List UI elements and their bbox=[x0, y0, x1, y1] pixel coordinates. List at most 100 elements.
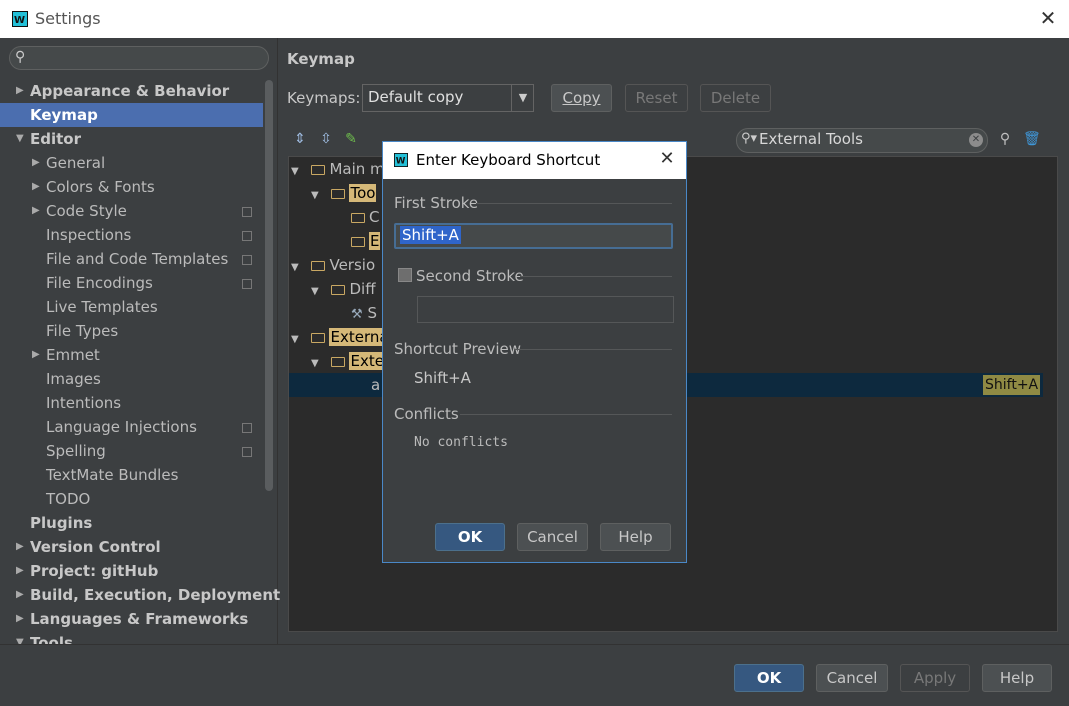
expand-all-icon[interactable]: ⇕ bbox=[292, 131, 308, 147]
folder-icon bbox=[351, 212, 365, 223]
svg-text:W: W bbox=[14, 15, 25, 26]
sidebar-item-intentions[interactable]: Intentions bbox=[0, 391, 263, 415]
tree-row-tools-child-e[interactable]: E bbox=[351, 229, 381, 253]
tree-row-external-tools[interactable]: ▼ Externa bbox=[291, 325, 390, 349]
divider bbox=[514, 349, 672, 350]
dialog-help-button[interactable]: Help bbox=[600, 523, 671, 551]
expand-down-icon: ▼ bbox=[291, 334, 299, 345]
cancel-button[interactable]: Cancel bbox=[816, 664, 888, 692]
expand-right-icon: ▶ bbox=[16, 565, 24, 576]
webstorm-logo-icon: W bbox=[394, 153, 408, 167]
tree-row-tools[interactable]: ▼ Too bbox=[311, 181, 377, 205]
expand-down-icon: ▼ bbox=[311, 286, 319, 297]
clear-icon[interactable]: ✕ bbox=[969, 133, 983, 147]
tree-row-diff[interactable]: ▼ Diff bbox=[311, 277, 376, 301]
actions-filter-input[interactable]: ⚲▾ External Tools ✕ bbox=[736, 128, 988, 153]
sidebar-scrollbar[interactable] bbox=[265, 80, 273, 491]
expand-right-icon: ▶ bbox=[16, 613, 24, 624]
sidebar-item-emmet[interactable]: ▶ Emmet bbox=[0, 343, 263, 367]
tree-row-version-control[interactable]: ▼ Versio bbox=[291, 253, 375, 277]
sidebar-item-appearance[interactable]: ▶ Appearance & Behavior bbox=[0, 79, 263, 103]
expand-right-icon: ▶ bbox=[32, 349, 40, 360]
action-shortcut-badge: Shift+A bbox=[983, 375, 1041, 395]
sidebar-item-live-templates[interactable]: Live Templates bbox=[0, 295, 263, 319]
project-scope-icon bbox=[242, 231, 252, 241]
sidebar-item-spelling[interactable]: Spelling bbox=[0, 439, 263, 463]
sidebar-item-file-encodings[interactable]: File Encodings bbox=[0, 271, 263, 295]
expand-down-icon: ▼ bbox=[291, 166, 299, 177]
expand-down-icon: ▼ bbox=[16, 637, 24, 644]
sidebar-item-inspections[interactable]: Inspections bbox=[0, 223, 263, 247]
tree-row-main-menu[interactable]: ▼ Main m bbox=[291, 157, 385, 181]
sidebar-item-plugins[interactable]: Plugins bbox=[0, 511, 263, 535]
sidebar-item-editor[interactable]: ▼ Editor bbox=[0, 127, 263, 151]
folder-icon bbox=[331, 284, 346, 295]
expand-right-icon: ▶ bbox=[32, 157, 40, 168]
page-title: Keymap bbox=[287, 50, 355, 68]
divider bbox=[460, 414, 672, 415]
external-tools-icon bbox=[311, 332, 326, 343]
sidebar-item-todo[interactable]: TODO bbox=[0, 487, 263, 511]
second-stroke-checkbox[interactable] bbox=[398, 268, 412, 282]
sidebar-item-languages[interactable]: ▶ Languages & Frameworks bbox=[0, 607, 263, 631]
sidebar-search-input[interactable]: ⚲ bbox=[9, 46, 269, 70]
shortcut-preview-value: Shift+A bbox=[414, 369, 471, 387]
tree-row-diff-child[interactable]: ⚒ S bbox=[351, 301, 377, 325]
help-button[interactable]: Help bbox=[982, 664, 1052, 692]
trash-icon[interactable]: 🗑 bbox=[1023, 131, 1041, 147]
sidebar-item-general[interactable]: ▶ General bbox=[0, 151, 263, 175]
expand-right-icon: ▶ bbox=[16, 541, 24, 552]
keymap-select[interactable]: Default copy ▼ bbox=[362, 84, 534, 112]
shortcut-preview-label: Shortcut Preview bbox=[394, 340, 522, 358]
folder-icon bbox=[351, 236, 365, 247]
conflicts-label: Conflicts bbox=[394, 405, 459, 423]
ok-button[interactable]: OK bbox=[734, 664, 804, 692]
sidebar-item-images[interactable]: Images bbox=[0, 367, 263, 391]
sidebar-item-textmate[interactable]: TextMate Bundles bbox=[0, 463, 263, 487]
sidebar-item-keymap[interactable]: Keymap bbox=[0, 103, 263, 127]
folder-icon bbox=[311, 260, 326, 271]
dialog-title: Enter Keyboard Shortcut bbox=[416, 151, 601, 169]
dialog-close-icon[interactable]: ✕ bbox=[655, 147, 679, 171]
second-stroke-input[interactable] bbox=[417, 296, 674, 323]
keymaps-label: Keymaps: bbox=[287, 89, 361, 107]
expand-right-icon: ▶ bbox=[32, 181, 40, 192]
copy-button[interactable]: Copy bbox=[551, 84, 612, 112]
sidebar-item-tools[interactable]: ▼ Tools bbox=[0, 631, 263, 644]
expand-down-icon: ▼ bbox=[291, 262, 299, 273]
reset-button[interactable]: Reset bbox=[625, 84, 688, 112]
delete-button[interactable]: Delete bbox=[700, 84, 771, 112]
window-close-icon[interactable]: ✕ bbox=[1036, 6, 1060, 30]
sidebar-item-colors-fonts[interactable]: ▶ Colors & Fonts bbox=[0, 175, 263, 199]
first-stroke-label: First Stroke bbox=[394, 194, 479, 212]
collapse-all-icon[interactable]: ⇳ bbox=[318, 131, 334, 147]
folder-icon bbox=[311, 164, 326, 175]
sidebar-item-project[interactable]: ▶ Project: gitHub bbox=[0, 559, 263, 583]
folder-icon bbox=[331, 356, 346, 367]
sidebar-item-version-control[interactable]: ▶ Version Control bbox=[0, 535, 263, 559]
dialog-cancel-button[interactable]: Cancel bbox=[517, 523, 588, 551]
apply-button[interactable]: Apply bbox=[900, 664, 970, 692]
folder-icon bbox=[331, 188, 346, 199]
conflicts-value: No conflicts bbox=[414, 435, 508, 450]
tree-row-action[interactable]: a bbox=[371, 373, 380, 397]
sidebar-item-build[interactable]: ▶ Build, Execution, Deployment bbox=[0, 583, 280, 607]
first-stroke-input[interactable]: Shift+A bbox=[394, 223, 673, 249]
expand-right-icon: ▶ bbox=[16, 85, 24, 96]
find-shortcut-icon[interactable]: ⚲ bbox=[997, 131, 1013, 147]
sidebar-item-file-code-templates[interactable]: File and Code Templates bbox=[0, 247, 263, 271]
sidebar-item-file-types[interactable]: File Types bbox=[0, 319, 263, 343]
tree-row-tools-child-c[interactable]: C bbox=[351, 205, 379, 229]
window-title: Settings bbox=[35, 9, 101, 28]
dialog-ok-button[interactable]: OK bbox=[435, 523, 505, 551]
expand-right-icon: ▶ bbox=[16, 589, 24, 600]
sidebar-item-language-injections[interactable]: Language Injections bbox=[0, 415, 263, 439]
project-scope-icon bbox=[242, 423, 252, 433]
project-scope-icon bbox=[242, 207, 252, 217]
window-titlebar: W Settings ✕ bbox=[0, 0, 1069, 38]
edit-icon[interactable]: ✎ bbox=[343, 131, 359, 147]
tree-row-external-tools-group[interactable]: ▼ Exte bbox=[311, 349, 385, 373]
expand-down-icon: ▼ bbox=[16, 133, 24, 144]
second-stroke-label: Second Stroke bbox=[416, 267, 524, 285]
sidebar-item-code-style[interactable]: ▶ Code Style bbox=[0, 199, 263, 223]
